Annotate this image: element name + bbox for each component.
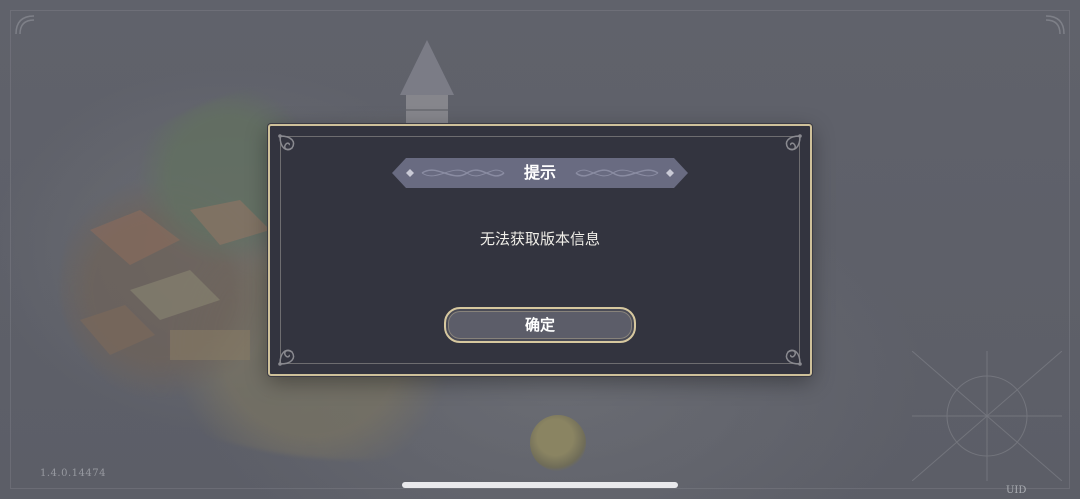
corner-ornament-icon — [785, 349, 802, 366]
corner-ornament-icon — [278, 349, 295, 366]
compass-art — [912, 351, 1062, 481]
uid-label: UID — [1006, 485, 1027, 496]
confirm-button[interactable]: 确定 — [444, 307, 636, 343]
dialog-title: 提示 — [523, 163, 556, 182]
alert-dialog: 提示 无法获取版本信息 确定 — [268, 124, 812, 376]
version-label: 1.4.0.14474 — [40, 468, 106, 479]
bush-art — [530, 415, 586, 471]
home-indicator[interactable] — [402, 482, 678, 488]
frame-corner-ornament — [15, 15, 35, 35]
frame-corner-ornament — [1045, 15, 1065, 35]
village-roofs-art — [80, 200, 270, 360]
dialog-message: 无法获取版本信息 — [479, 230, 600, 248]
corner-ornament-icon — [785, 134, 802, 151]
corner-ornament-icon — [278, 134, 295, 151]
dialog-title-banner: 提示 — [392, 158, 688, 188]
